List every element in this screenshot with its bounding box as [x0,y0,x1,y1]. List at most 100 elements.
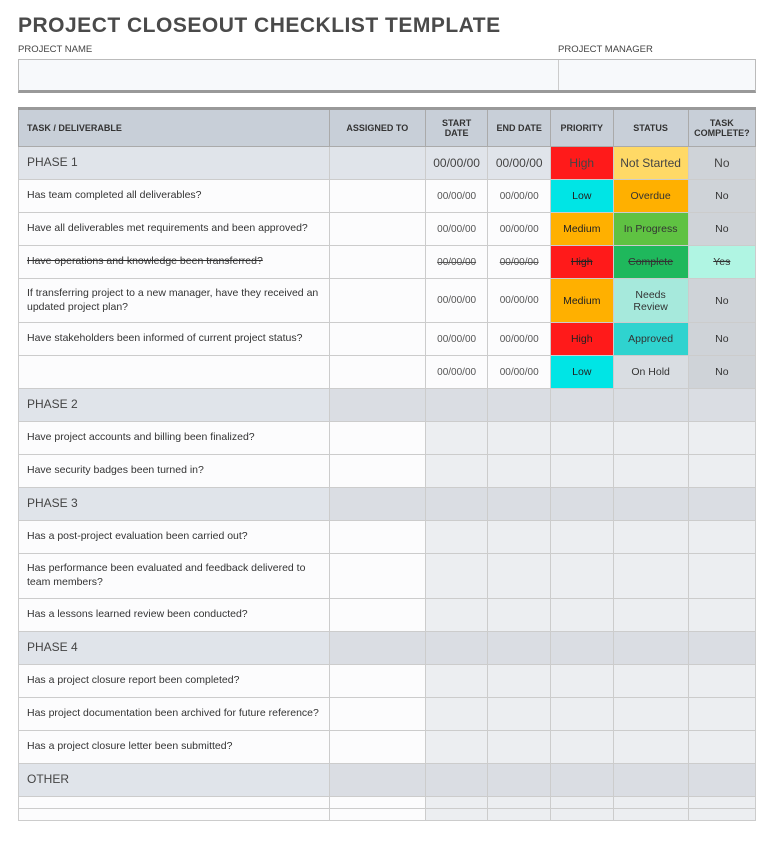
complete-cell[interactable]: No [688,356,755,389]
start-date-cell[interactable]: 00/00/00 [425,213,488,246]
task-cell[interactable]: Have operations and knowledge been trans… [19,246,330,279]
end-date-cell[interactable] [488,598,551,631]
end-date-cell[interactable]: 00/00/00 [488,147,551,180]
assigned-cell[interactable] [329,730,425,763]
end-date-cell[interactable] [488,554,551,598]
priority-cell[interactable] [550,521,613,554]
task-cell[interactable]: Have all deliverables met requirements a… [19,213,330,246]
start-date-cell[interactable]: 00/00/00 [425,323,488,356]
assigned-cell[interactable] [329,389,425,422]
status-cell[interactable] [613,697,688,730]
task-cell[interactable]: Has a project closure letter been submit… [19,730,330,763]
task-cell[interactable]: Has a post-project evaluation been carri… [19,521,330,554]
start-date-cell[interactable] [425,455,488,488]
status-cell[interactable] [613,389,688,422]
complete-cell[interactable] [688,598,755,631]
end-date-cell[interactable] [488,664,551,697]
start-date-cell[interactable]: 00/00/00 [425,279,488,323]
status-cell[interactable]: Not Started [613,147,688,180]
priority-cell[interactable] [550,808,613,820]
status-cell[interactable] [613,488,688,521]
start-date-cell[interactable] [425,796,488,808]
complete-cell[interactable] [688,455,755,488]
complete-cell[interactable] [688,664,755,697]
start-date-cell[interactable] [425,521,488,554]
status-cell[interactable]: Complete [613,246,688,279]
priority-cell[interactable] [550,389,613,422]
end-date-cell[interactable]: 00/00/00 [488,246,551,279]
end-date-cell[interactable] [488,455,551,488]
task-cell[interactable] [19,356,330,389]
assigned-cell[interactable] [329,598,425,631]
start-date-cell[interactable] [425,389,488,422]
complete-cell[interactable] [688,631,755,664]
complete-cell[interactable]: Yes [688,246,755,279]
assigned-cell[interactable] [329,356,425,389]
status-cell[interactable]: Needs Review [613,279,688,323]
status-cell[interactable] [613,554,688,598]
task-cell[interactable]: Have stakeholders been informed of curre… [19,323,330,356]
task-cell[interactable]: Has project documentation been archived … [19,697,330,730]
task-cell[interactable]: PHASE 1 [19,147,330,180]
assigned-cell[interactable] [329,323,425,356]
end-date-cell[interactable]: 00/00/00 [488,323,551,356]
end-date-cell[interactable]: 00/00/00 [488,180,551,213]
assigned-cell[interactable] [329,697,425,730]
task-cell[interactable]: PHASE 2 [19,389,330,422]
status-cell[interactable] [613,808,688,820]
start-date-cell[interactable] [425,422,488,455]
complete-cell[interactable] [688,697,755,730]
start-date-cell[interactable] [425,697,488,730]
assigned-cell[interactable] [329,796,425,808]
task-cell[interactable]: Has performance been evaluated and feedb… [19,554,330,598]
task-cell[interactable]: Have project accounts and billing been f… [19,422,330,455]
end-date-cell[interactable]: 00/00/00 [488,279,551,323]
task-cell[interactable] [19,796,330,808]
end-date-cell[interactable] [488,521,551,554]
task-cell[interactable]: PHASE 4 [19,631,330,664]
priority-cell[interactable] [550,455,613,488]
status-cell[interactable] [613,422,688,455]
priority-cell[interactable]: High [550,147,613,180]
complete-cell[interactable]: No [688,213,755,246]
assigned-cell[interactable] [329,422,425,455]
end-date-cell[interactable] [488,796,551,808]
start-date-cell[interactable] [425,554,488,598]
complete-cell[interactable]: No [688,180,755,213]
assigned-cell[interactable] [329,213,425,246]
assigned-cell[interactable] [329,631,425,664]
start-date-cell[interactable] [425,763,488,796]
complete-cell[interactable] [688,422,755,455]
complete-cell[interactable] [688,554,755,598]
complete-cell[interactable]: No [688,279,755,323]
start-date-cell[interactable]: 00/00/00 [425,180,488,213]
status-cell[interactable] [613,521,688,554]
end-date-cell[interactable] [488,422,551,455]
task-cell[interactable]: Has team completed all deliverables? [19,180,330,213]
task-cell[interactable]: If transferring project to a new manager… [19,279,330,323]
priority-cell[interactable]: Low [550,356,613,389]
end-date-cell[interactable] [488,808,551,820]
priority-cell[interactable] [550,598,613,631]
priority-cell[interactable] [550,488,613,521]
priority-cell[interactable] [550,730,613,763]
start-date-cell[interactable] [425,808,488,820]
priority-cell[interactable] [550,697,613,730]
end-date-cell[interactable] [488,631,551,664]
status-cell[interactable] [613,796,688,808]
priority-cell[interactable]: High [550,323,613,356]
task-cell[interactable] [19,808,330,820]
status-cell[interactable] [613,455,688,488]
status-cell[interactable] [613,598,688,631]
end-date-cell[interactable]: 00/00/00 [488,356,551,389]
complete-cell[interactable] [688,796,755,808]
task-cell[interactable]: OTHER [19,763,330,796]
priority-cell[interactable] [550,763,613,796]
end-date-cell[interactable] [488,763,551,796]
status-cell[interactable]: In Progress [613,213,688,246]
assigned-cell[interactable] [329,808,425,820]
end-date-cell[interactable] [488,697,551,730]
assigned-cell[interactable] [329,521,425,554]
end-date-cell[interactable]: 00/00/00 [488,213,551,246]
task-cell[interactable]: PHASE 3 [19,488,330,521]
